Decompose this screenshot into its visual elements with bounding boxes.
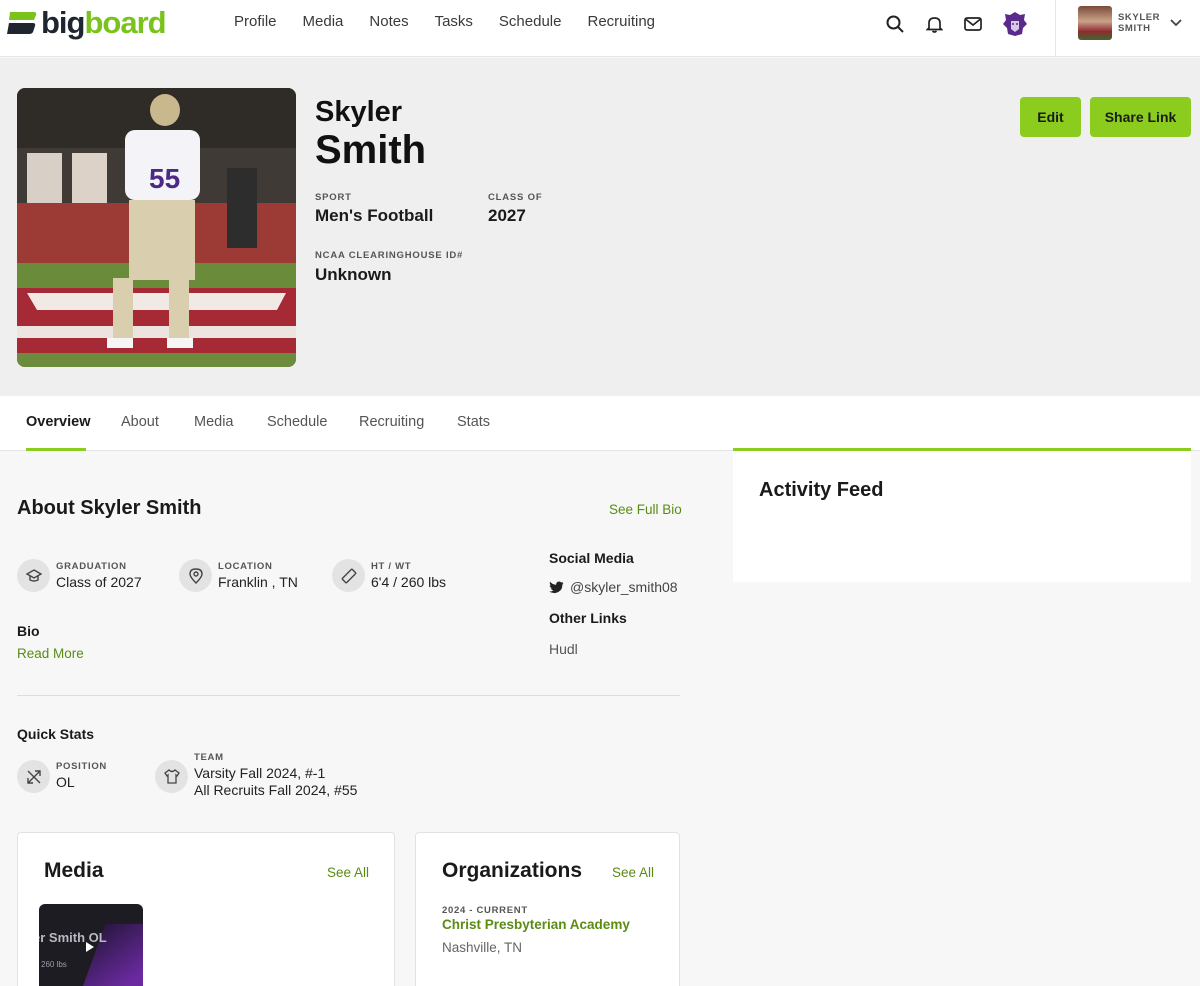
nav-notes[interactable]: Notes bbox=[369, 13, 408, 31]
tab-schedule[interactable]: Schedule bbox=[267, 414, 327, 430]
org-name-link[interactable]: Christ Presbyterian Academy bbox=[442, 917, 630, 932]
active-tab-indicator bbox=[26, 448, 86, 451]
twitter-handle: @skyler_smith08 bbox=[570, 579, 678, 595]
profile-header: 55 Skyler Smith SPORT Men's Football CLA… bbox=[0, 58, 1200, 396]
quick-stats-title: Quick Stats bbox=[17, 726, 95, 742]
play-icon bbox=[86, 942, 94, 952]
media-card-title: Media bbox=[44, 859, 104, 882]
sport-label: SPORT bbox=[315, 192, 352, 203]
org-period: 2024 - CURRENT bbox=[442, 905, 528, 916]
graduation-label: GRADUATION bbox=[56, 561, 127, 572]
organizations-card-title: Organizations bbox=[442, 859, 583, 882]
location-label: LOCATION bbox=[218, 561, 273, 572]
see-full-bio-link[interactable]: See Full Bio bbox=[609, 502, 682, 517]
media-see-all-link[interactable]: See All bbox=[327, 865, 369, 880]
logo-text: bigboard bbox=[41, 5, 167, 40]
twitter-icon bbox=[549, 581, 564, 593]
ncaa-id-value: Unknown bbox=[315, 265, 392, 284]
search-icon[interactable] bbox=[884, 13, 906, 35]
main-nav: Profile Media Notes Tasks Schedule Recru… bbox=[234, 13, 681, 31]
team-value-2: All Recruits Fall 2024, #55 bbox=[194, 782, 358, 798]
video-subtitle: 260 lbs bbox=[41, 960, 67, 969]
position-label: POSITION bbox=[56, 761, 107, 772]
sport-value: Men's Football bbox=[315, 206, 434, 225]
hudl-link[interactable]: Hudl bbox=[549, 641, 578, 658]
nav-tasks[interactable]: Tasks bbox=[435, 13, 473, 31]
user-name: SKYLER SMITH bbox=[1118, 12, 1161, 34]
nav-icons bbox=[884, 10, 1046, 38]
bell-icon[interactable] bbox=[923, 13, 945, 35]
org-location: Nashville, TN bbox=[442, 940, 523, 955]
chevron-down-icon bbox=[1170, 19, 1182, 27]
ht-wt-label: HT / WT bbox=[371, 561, 412, 572]
nav-recruiting[interactable]: Recruiting bbox=[587, 13, 655, 31]
athlete-photo-image: 55 bbox=[17, 88, 296, 367]
other-links-label: Other Links bbox=[549, 610, 627, 626]
about-title: About Skyler Smith bbox=[17, 497, 202, 519]
graduation-value: Class of 2027 bbox=[56, 574, 142, 590]
media-card: Media See All er Smith OL 260 lbs bbox=[17, 832, 395, 986]
position-arrows-icon bbox=[17, 760, 50, 793]
nav-media[interactable]: Media bbox=[303, 13, 344, 31]
profile-first-name: Skyler bbox=[315, 96, 403, 128]
avatar bbox=[1078, 6, 1112, 40]
twitter-link[interactable]: @skyler_smith08 bbox=[549, 579, 678, 595]
ht-wt-value: 6'4 / 260 lbs bbox=[371, 574, 447, 590]
tab-about[interactable]: About bbox=[121, 414, 159, 430]
video-title: er Smith OL bbox=[39, 930, 107, 945]
position-value: OL bbox=[56, 774, 75, 790]
tab-recruiting[interactable]: Recruiting bbox=[359, 414, 424, 430]
class-of-label: CLASS OF bbox=[488, 192, 543, 203]
ruler-icon bbox=[332, 559, 365, 592]
profile-last-name: Smith bbox=[315, 128, 427, 172]
top-navbar: bigboard Profile Media Notes Tasks Sched… bbox=[0, 0, 1200, 57]
user-menu[interactable]: SKYLER SMITH bbox=[1078, 6, 1182, 40]
nav-divider bbox=[1055, 0, 1056, 57]
tab-overview[interactable]: Overview bbox=[26, 414, 91, 430]
profile-tabs: Overview About Media Schedule Recruiting… bbox=[0, 396, 1200, 451]
location-pin-icon bbox=[179, 559, 212, 592]
bio-label: Bio bbox=[17, 623, 40, 639]
tab-stats[interactable]: Stats bbox=[457, 414, 490, 430]
team-value-1: Varsity Fall 2024, #-1 bbox=[194, 765, 326, 781]
organizations-see-all-link[interactable]: See All bbox=[612, 865, 654, 880]
share-link-button[interactable]: Share Link bbox=[1090, 97, 1191, 137]
ncaa-id-label: NCAA CLEARINGHOUSE ID# bbox=[315, 250, 464, 261]
nav-profile[interactable]: Profile bbox=[234, 13, 277, 31]
section-divider bbox=[17, 695, 680, 696]
organizations-card: Organizations See All 2024 - CURRENT Chr… bbox=[415, 832, 680, 986]
bigboard-logo-mark-icon bbox=[7, 12, 37, 34]
class-of-value: 2027 bbox=[488, 206, 526, 225]
activity-feed-title: Activity Feed bbox=[759, 479, 884, 501]
bigboard-logo[interactable]: bigboard bbox=[7, 5, 167, 40]
graduation-cap-icon bbox=[17, 559, 50, 592]
location-value: Franklin , TN bbox=[218, 574, 298, 590]
jersey-number: 55 bbox=[149, 163, 180, 194]
mail-icon[interactable] bbox=[962, 13, 984, 35]
lion-logo-icon[interactable] bbox=[1001, 10, 1029, 38]
team-label: TEAM bbox=[194, 752, 224, 763]
profile-photo: 55 bbox=[17, 88, 296, 367]
read-more-link[interactable]: Read More bbox=[17, 646, 84, 661]
video-thumbnail[interactable]: er Smith OL 260 lbs bbox=[39, 904, 143, 986]
social-media-label: Social Media bbox=[549, 550, 634, 566]
tab-media[interactable]: Media bbox=[194, 414, 234, 430]
edit-button[interactable]: Edit bbox=[1020, 97, 1081, 137]
nav-schedule[interactable]: Schedule bbox=[499, 13, 562, 31]
activity-feed-panel: Activity Feed bbox=[733, 448, 1191, 582]
jersey-icon bbox=[155, 760, 188, 793]
